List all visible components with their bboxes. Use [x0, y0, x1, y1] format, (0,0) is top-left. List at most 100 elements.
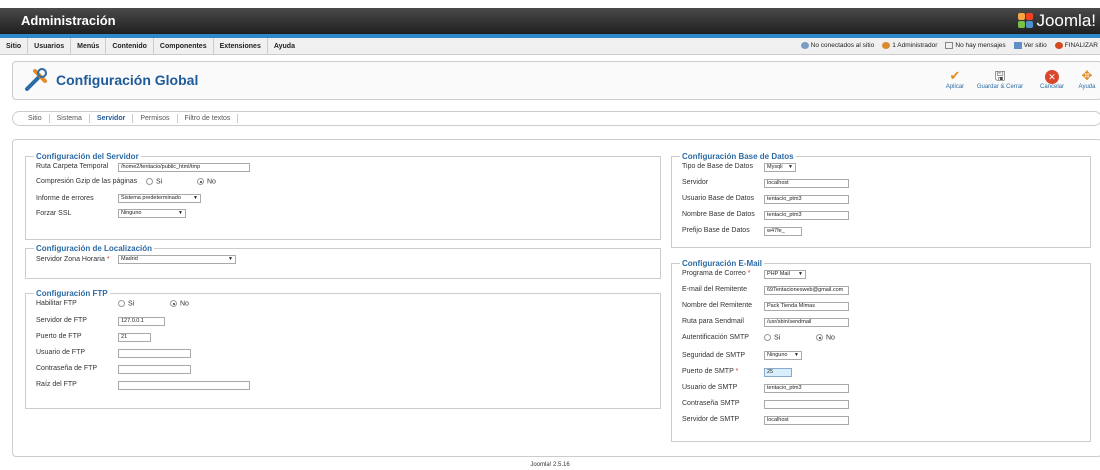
tab-sistema[interactable]: Sistema [50, 114, 90, 123]
menu-item-usuarios[interactable]: Usuarios [28, 37, 72, 55]
admin-title: Administración [21, 13, 116, 28]
gzip-no-option[interactable]: No [197, 178, 216, 185]
cancel-icon: ✕ [1037, 68, 1067, 84]
view-site-link[interactable]: Ver sitio [1013, 42, 1047, 50]
ftp-port-input[interactable]: 21 [118, 333, 151, 342]
smtp-port-input[interactable]: 25 [764, 368, 792, 377]
smtp-auth-yes-radio[interactable] [764, 334, 771, 341]
status-bar: No conectados al sitio 1 Administrador N… [800, 42, 1100, 50]
ftp-host-label: Servidor de FTP [36, 317, 87, 324]
locale-config-fieldset: Configuración de Localización Servidor Z… [25, 244, 661, 279]
menu-item-contenido[interactable]: Contenido [106, 37, 154, 55]
locale-config-legend: Configuración de Localización [36, 244, 153, 253]
tmp-path-input[interactable]: /home2/tentacio/public_html/tmp [118, 163, 250, 172]
smtp-pass-label: Contraseña SMTP [682, 400, 740, 407]
envelope-icon [945, 42, 954, 50]
menu-item-extensiones[interactable]: Extensiones [214, 37, 268, 55]
mail-config-fieldset: Configuración E-Mail Programa de Correo … [671, 259, 1091, 442]
menu-item-menus[interactable]: Menús [71, 37, 107, 55]
admin-header: Administración Joomla! [0, 8, 1100, 34]
db-name-input[interactable]: tentacio_ptm3 [764, 211, 849, 220]
dropdown-arrow-icon: ▼ [794, 352, 799, 358]
ftp-config-fieldset: Configuración FTP Habilitar FTP Si No Se… [25, 289, 661, 409]
help-button[interactable]: ✥ Ayuda [1075, 68, 1099, 90]
smtp-auth-no-radio[interactable] [816, 334, 823, 341]
smtp-host-label: Servidor de SMTP [682, 416, 740, 423]
smtp-auth-label: Autentificación SMTP [682, 334, 749, 341]
ftp-no-radio[interactable] [170, 300, 177, 307]
tools-icon [23, 67, 49, 99]
db-user-input[interactable]: tentacio_ptm3 [764, 195, 849, 204]
tab-servidor[interactable]: Servidor [90, 114, 134, 123]
tab-sitio[interactable]: Sitio [21, 114, 50, 123]
cancel-button[interactable]: ✕ Cancelar [1037, 68, 1067, 90]
gzip-yes-option[interactable]: Si [146, 178, 162, 185]
smtp-user-input[interactable]: tentacio_ptm3 [764, 384, 849, 393]
menu-item-sitio[interactable]: Sitio [0, 37, 29, 55]
ftp-host-input[interactable]: 127.0.0.1 [118, 317, 165, 326]
error-reporting-label: Informe de errores [36, 195, 94, 202]
tmp-path-label: Ruta Carpeta Temporal [36, 163, 109, 170]
db-host-input[interactable]: localhost [764, 179, 849, 188]
ftp-root-input[interactable] [118, 381, 250, 390]
server-config-legend: Configuración del Servidor [36, 152, 139, 161]
db-prefix-label: Prefijo Base de Datos [682, 227, 750, 234]
visitors-icon [800, 42, 809, 50]
mail-from-input[interactable]: 69Tentacionesweb@gmail.com [764, 286, 849, 295]
monitor-icon [1013, 42, 1022, 50]
logout-link[interactable]: FINALIZAR [1054, 42, 1098, 50]
ftp-root-label: Raíz del FTP [36, 381, 77, 388]
save-close-button[interactable]: 🖫 Guardar & Cerrar [973, 68, 1027, 90]
database-config-fieldset: Configuración Base de Datos Tipo de Base… [671, 152, 1091, 248]
smtp-user-label: Usuario de SMTP [682, 384, 738, 391]
mailer-select[interactable]: PHP Mail ▼ [764, 270, 806, 279]
dropdown-arrow-icon: ▼ [228, 256, 233, 262]
page-title: Configuración Global [56, 72, 199, 88]
database-config-legend: Configuración Base de Datos [682, 152, 794, 161]
dropdown-arrow-icon: ▼ [798, 271, 803, 277]
tab-permisos[interactable]: Permisos [133, 114, 178, 123]
db-name-label: Nombre Base de Datos [682, 211, 755, 218]
server-config-fieldset: Configuración del Servidor Ruta Carpeta … [25, 152, 661, 240]
joomla-logo-icon [1018, 13, 1034, 29]
menu-item-componentes[interactable]: Componentes [154, 37, 214, 55]
db-prefix-input[interactable]: w47fe_ [764, 227, 802, 236]
smtp-auth-no-option[interactable]: No [816, 334, 835, 341]
ftp-yes-option[interactable]: Si [118, 300, 134, 307]
smtp-pass-input[interactable] [764, 400, 849, 409]
tab-filtro-textos[interactable]: Filtro de textos [178, 114, 239, 123]
apply-button[interactable]: ✔ Aplicar [943, 68, 967, 90]
db-type-select[interactable]: Mysqli ▼ [764, 163, 796, 172]
sendmail-input[interactable]: /usr/sbin/sendmail [764, 318, 849, 327]
ftp-yes-radio[interactable] [118, 300, 125, 307]
force-ssl-label: Forzar SSL [36, 210, 72, 217]
ftp-enable-label: Habilitar FTP [36, 300, 77, 307]
ftp-user-input[interactable] [118, 349, 191, 358]
ftp-pass-input[interactable] [118, 365, 191, 374]
admins-status: 1 Administrador [882, 42, 937, 50]
messages-link[interactable]: No hay mensajes [945, 42, 1006, 50]
ftp-no-option[interactable]: No [170, 300, 189, 307]
mail-fromname-input[interactable]: Pack Tienda Mimas [764, 302, 849, 311]
menu-item-ayuda[interactable]: Ayuda [268, 38, 301, 55]
server-settings-panel: Configuración del Servidor Ruta Carpeta … [12, 139, 1100, 457]
force-ssl-select[interactable]: Ninguno ▼ [118, 209, 186, 218]
checkmark-icon: ✔ [949, 68, 961, 83]
smtp-secure-select[interactable]: Ninguno ▼ [764, 351, 802, 360]
db-type-label: Tipo de Base de Datos [682, 163, 753, 170]
smtp-auth-yes-option[interactable]: Si [764, 334, 780, 341]
visitors-status: No conectados al sitio [800, 42, 874, 50]
error-reporting-select[interactable]: Sistema predeterminado ▼ [118, 194, 201, 203]
ftp-config-legend: Configuración FTP [36, 289, 108, 298]
dropdown-arrow-icon: ▼ [178, 210, 183, 216]
ftp-pass-label: Contraseña de FTP [36, 365, 98, 372]
gzip-no-radio[interactable] [197, 178, 204, 185]
gzip-yes-radio[interactable] [146, 178, 153, 185]
timezone-select[interactable]: Madrid ▼ [118, 255, 236, 264]
joomla-logo[interactable]: Joomla! [1018, 11, 1096, 31]
mailer-label: Programa de Correo * [682, 270, 751, 277]
footer-version: Joomla! 2.5.16 [530, 462, 570, 468]
db-user-label: Usuario Base de Datos [682, 195, 754, 202]
sendmail-label: Ruta para Sendmail [682, 318, 744, 325]
smtp-host-input[interactable]: localhost [764, 416, 849, 425]
